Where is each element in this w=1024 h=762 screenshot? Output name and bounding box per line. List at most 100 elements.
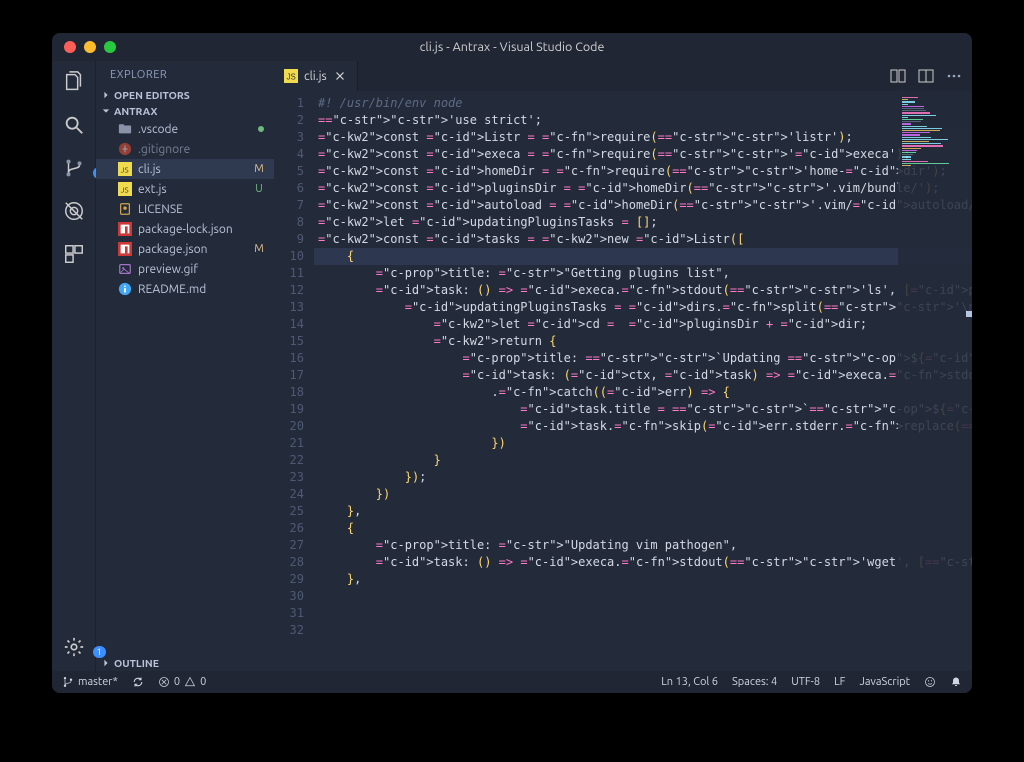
close-icon[interactable] bbox=[333, 69, 347, 83]
chevron-right-icon bbox=[102, 91, 110, 99]
traffic-lights bbox=[52, 41, 116, 53]
status-lang[interactable]: JavaScript bbox=[859, 676, 910, 688]
activity-settings[interactable]: 1 bbox=[63, 636, 85, 661]
window-min-dot[interactable] bbox=[84, 41, 96, 53]
window-title: cli.js - Antrax - Visual Studio Code bbox=[52, 40, 972, 54]
sidebar-title: EXPLORER bbox=[96, 61, 274, 87]
file-label: ext.js bbox=[138, 183, 246, 196]
activity-extensions[interactable] bbox=[63, 243, 85, 268]
line-gutter: 1234567891011121314151617181920212223242… bbox=[274, 91, 314, 671]
file--gitignore[interactable]: .gitignore bbox=[96, 139, 274, 159]
activity-bar: 4 1 bbox=[52, 61, 96, 671]
git-icon bbox=[118, 142, 132, 156]
chevron-down-icon bbox=[102, 107, 110, 115]
file-label: preview.gif bbox=[138, 263, 246, 276]
error-icon bbox=[158, 676, 170, 688]
status-eol[interactable]: LF bbox=[834, 676, 845, 688]
img-icon bbox=[118, 262, 132, 276]
file-status: U bbox=[252, 183, 266, 195]
file-label: package-lock.json bbox=[138, 223, 246, 236]
js-icon: JS bbox=[118, 182, 132, 196]
file-package-lock-json[interactable]: package-lock.json bbox=[96, 219, 274, 239]
chevron-right-icon bbox=[102, 659, 110, 667]
file-label: .gitignore bbox=[138, 143, 246, 156]
activity-scm[interactable]: 4 bbox=[63, 157, 85, 182]
svg-text:JS: JS bbox=[121, 167, 129, 175]
sync-icon bbox=[132, 676, 144, 688]
settings-badge: 1 bbox=[93, 646, 106, 658]
file-ext-js[interactable]: JS ext.js U bbox=[96, 179, 274, 199]
file-label: package.json bbox=[138, 243, 246, 256]
section-label: OUTLINE bbox=[114, 657, 159, 669]
files-icon bbox=[63, 71, 85, 93]
smiley-icon bbox=[924, 676, 936, 688]
bell-icon bbox=[950, 676, 962, 688]
file-cli-js[interactable]: JS cli.js M bbox=[96, 159, 274, 179]
status-bell[interactable] bbox=[950, 676, 962, 688]
file-status: M bbox=[252, 163, 266, 175]
status-cursor[interactable]: Ln 13, Col 6 bbox=[661, 676, 718, 688]
more-icon[interactable] bbox=[946, 68, 962, 84]
window-close-dot[interactable] bbox=[64, 41, 76, 53]
editor-actions bbox=[890, 61, 972, 91]
status-sync[interactable] bbox=[132, 676, 144, 688]
file-README-md[interactable]: README.md bbox=[96, 279, 274, 299]
file-label: README.md bbox=[138, 283, 246, 296]
warning-icon bbox=[184, 676, 196, 688]
warning-count: 0 bbox=[200, 676, 206, 688]
status-branch[interactable]: master* bbox=[62, 676, 118, 688]
editor-area: JS cli.js 123456789101112131415161718192… bbox=[274, 61, 972, 671]
editor[interactable]: 1234567891011121314151617181920212223242… bbox=[274, 91, 972, 671]
folder-icon bbox=[118, 122, 132, 136]
status-encoding[interactable]: UTF-8 bbox=[791, 676, 820, 688]
titlebar: cli.js - Antrax - Visual Studio Code bbox=[52, 33, 972, 61]
file-status: M bbox=[252, 243, 266, 255]
section-open-editors[interactable]: OPEN EDITORS bbox=[96, 87, 274, 103]
section-project[interactable]: ANTRAX bbox=[96, 103, 274, 119]
branch-icon bbox=[63, 157, 85, 179]
branch-icon bbox=[62, 676, 74, 688]
status-problems[interactable]: 0 0 bbox=[158, 676, 206, 688]
js-icon: JS bbox=[284, 69, 298, 83]
section-outline[interactable]: OUTLINE bbox=[96, 655, 274, 671]
gear-icon bbox=[63, 636, 85, 658]
info-icon bbox=[118, 282, 132, 296]
section-label: OPEN EDITORS bbox=[114, 89, 190, 101]
activity-search[interactable] bbox=[63, 114, 85, 139]
js-icon: JS bbox=[118, 162, 132, 176]
branch-label: master* bbox=[78, 676, 118, 688]
window-max-dot[interactable] bbox=[104, 41, 116, 53]
file--vscode[interactable]: .vscode bbox=[96, 119, 274, 139]
file-LICENSE[interactable]: LICENSE bbox=[96, 199, 274, 219]
svg-text:JS: JS bbox=[121, 187, 129, 195]
activity-explorer[interactable] bbox=[63, 71, 85, 96]
tab-cli-js[interactable]: JS cli.js bbox=[274, 61, 358, 91]
file-label: cli.js bbox=[138, 163, 246, 176]
activity-debug[interactable] bbox=[63, 200, 85, 225]
file-label: .vscode bbox=[138, 123, 246, 136]
sidebar: EXPLORER OPEN EDITORS ANTRAX .vscode .git… bbox=[96, 61, 274, 671]
modified-dot bbox=[258, 126, 264, 132]
compare-icon[interactable] bbox=[890, 68, 906, 84]
svg-text:JS: JS bbox=[287, 73, 296, 82]
section-label: ANTRAX bbox=[114, 105, 157, 117]
file-tree: .vscode .gitignore JS cli.js M JS ext.js U LICEN… bbox=[96, 119, 274, 299]
search-icon bbox=[63, 114, 85, 136]
split-editor-icon[interactable] bbox=[918, 68, 934, 84]
status-spaces[interactable]: Spaces: 4 bbox=[732, 676, 777, 688]
tab-label: cli.js bbox=[304, 70, 327, 83]
vscode-window: cli.js - Antrax - Visual Studio Code 4 bbox=[52, 33, 972, 693]
code-content[interactable]: #! /usr/bin/env node=="c-str">"c-str">'u… bbox=[314, 91, 972, 671]
file-label: LICENSE bbox=[138, 203, 246, 216]
status-feedback[interactable] bbox=[924, 676, 936, 688]
extensions-icon bbox=[63, 243, 85, 265]
error-count: 0 bbox=[174, 676, 180, 688]
status-bar: master* 0 0 Ln 13, Col 6 Spaces: 4 UTF-8… bbox=[52, 671, 972, 693]
bug-icon bbox=[63, 200, 85, 222]
npm-icon bbox=[118, 222, 132, 236]
file-package-json[interactable]: package.json M bbox=[96, 239, 274, 259]
tab-bar: JS cli.js bbox=[274, 61, 972, 91]
cert-icon bbox=[118, 202, 132, 216]
npm-icon bbox=[118, 242, 132, 256]
file-preview-gif[interactable]: preview.gif bbox=[96, 259, 274, 279]
